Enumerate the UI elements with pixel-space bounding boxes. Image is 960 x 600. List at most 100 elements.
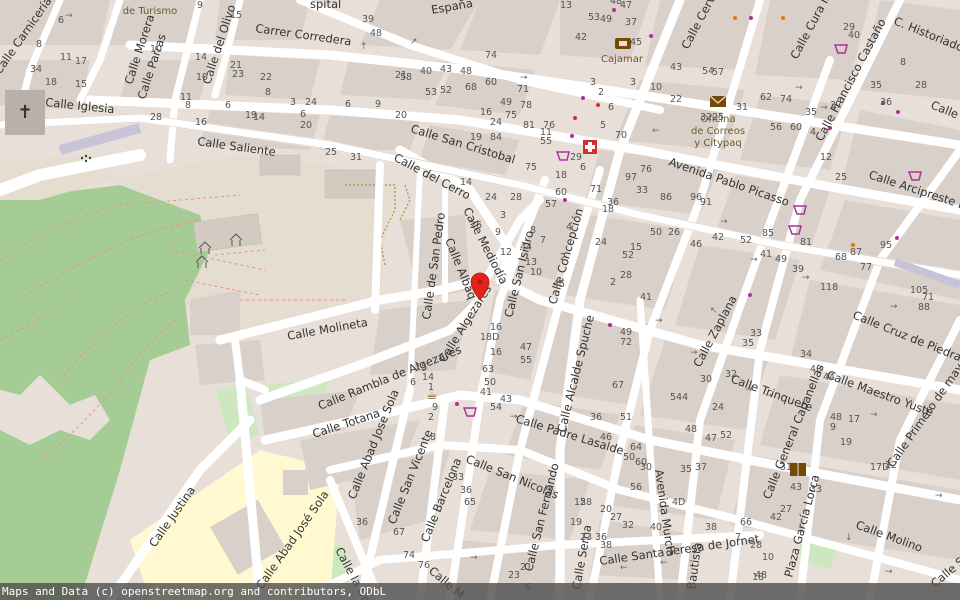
house-number: 37 <box>695 462 707 473</box>
house-number: 74 <box>780 94 792 105</box>
svg-text:→: → <box>520 73 528 83</box>
house-number: 3 <box>630 77 636 88</box>
house-number: 60 <box>555 187 567 198</box>
house-number: 85 <box>762 228 774 239</box>
house-number: 36 <box>356 517 368 528</box>
svg-text:→: → <box>655 316 663 326</box>
house-number: 22 <box>670 94 682 105</box>
house-number: 24 <box>712 402 724 413</box>
house-number: 62 <box>760 92 772 103</box>
house-number: 35 <box>805 107 817 118</box>
house-number: 81 <box>800 237 812 248</box>
house-number: 35 <box>680 464 692 475</box>
house-number: 67 <box>393 527 405 538</box>
house-number: 56 <box>630 482 642 493</box>
house-number: 63 <box>482 364 494 375</box>
house-number: 38 <box>600 540 612 551</box>
map-svg[interactable]: ✝ Cajamar Oficina de Correos y Citypaq de … <box>0 0 960 600</box>
house-number: 86 <box>660 192 672 203</box>
house-number: 7 <box>735 532 741 543</box>
house-number: 46 <box>690 239 702 250</box>
house-number: 8 <box>530 225 536 236</box>
map-canvas[interactable]: ✝ Cajamar Oficina de Correos y Citypaq de … <box>0 0 960 600</box>
house-number: 6 <box>225 100 231 111</box>
house-number: 43 <box>500 394 512 405</box>
school-annex <box>283 470 308 495</box>
house-number: 9 <box>197 0 203 11</box>
house-number: 60 <box>485 77 497 88</box>
house-number: 22 <box>885 460 897 471</box>
house-number: 35 <box>742 338 754 349</box>
house-number: 3 <box>590 77 596 88</box>
house-number: 22 <box>260 72 272 83</box>
house-number: 4D <box>672 497 685 508</box>
pharmacy-icon[interactable] <box>583 140 597 154</box>
house-number: 74 <box>403 550 415 561</box>
house-number: 28 <box>750 540 762 551</box>
house-number: 47 <box>520 342 532 353</box>
house-number: 17 <box>848 414 860 425</box>
house-number: 13 <box>560 0 572 11</box>
house-number: 56 <box>770 122 782 133</box>
svg-text:←: ← <box>652 126 660 136</box>
house-number: 84 <box>490 132 502 143</box>
house-number: 15 <box>75 79 87 90</box>
house-number: 44 <box>520 242 532 253</box>
house-number: 23 <box>232 69 244 80</box>
house-number: 25 <box>835 172 847 183</box>
house-number: 35 <box>870 80 882 91</box>
house-number: 8 <box>36 39 42 50</box>
svg-text:↗: ↗ <box>410 37 418 47</box>
house-number: 24 <box>305 97 317 108</box>
house-number: 52 <box>740 235 752 246</box>
svg-text:→: → <box>870 410 878 420</box>
house-number: 40 <box>810 364 822 375</box>
house-number: 37 <box>830 100 842 111</box>
house-number: 34 <box>800 349 812 360</box>
house-number: 27 <box>780 504 792 515</box>
house-number: 33 <box>636 185 648 196</box>
church-icon[interactable]: ✝ <box>17 102 32 123</box>
house-number: 31 <box>350 152 362 163</box>
house-number: 75 <box>525 162 537 173</box>
house-number: 33 <box>810 484 822 495</box>
house-number: 15 <box>230 10 242 21</box>
house-number: 51 <box>620 412 632 423</box>
house-number: 48 <box>610 0 622 7</box>
house-number: 67 <box>612 380 624 391</box>
library-icon[interactable] <box>790 463 806 476</box>
house-number: 24 <box>485 192 497 203</box>
house-number: 66 <box>740 517 752 528</box>
house-number: 10 <box>762 552 774 563</box>
house-number: 65 <box>464 497 476 508</box>
house-number: 11 <box>60 52 72 63</box>
house-number: 42 <box>712 232 724 243</box>
house-number: 27 <box>610 512 622 523</box>
house-number: 43 <box>440 64 452 75</box>
house-number: 14 <box>253 112 265 123</box>
house-number: 20 <box>395 110 407 121</box>
house-number: 1 <box>428 382 434 393</box>
house-number: 13 <box>525 257 537 268</box>
house-number: 16 <box>195 117 207 128</box>
house-number: 75 <box>505 110 517 121</box>
house-number: 18 <box>555 170 567 181</box>
house-number: 48 <box>370 28 382 39</box>
street-label: spital <box>310 0 341 11</box>
house-number: 21 <box>520 562 532 573</box>
house-number: 12 <box>574 497 586 508</box>
bank-label: Cajamar <box>601 54 644 65</box>
house-number: 10 <box>530 267 542 278</box>
house-number: 76 <box>418 560 430 571</box>
house-number: 57 <box>712 67 724 78</box>
house-number: 74 <box>485 50 497 61</box>
house-number: 30 <box>640 462 652 473</box>
svg-text:→: → <box>750 255 758 265</box>
house-number: 8 <box>900 57 906 68</box>
house-number: 16 <box>490 347 502 358</box>
house-number: 4 <box>810 127 816 138</box>
house-number: 9 <box>495 227 501 238</box>
svg-text:→: → <box>65 11 73 21</box>
house-number: 28 <box>915 80 927 91</box>
house-number: 50 <box>623 452 635 463</box>
